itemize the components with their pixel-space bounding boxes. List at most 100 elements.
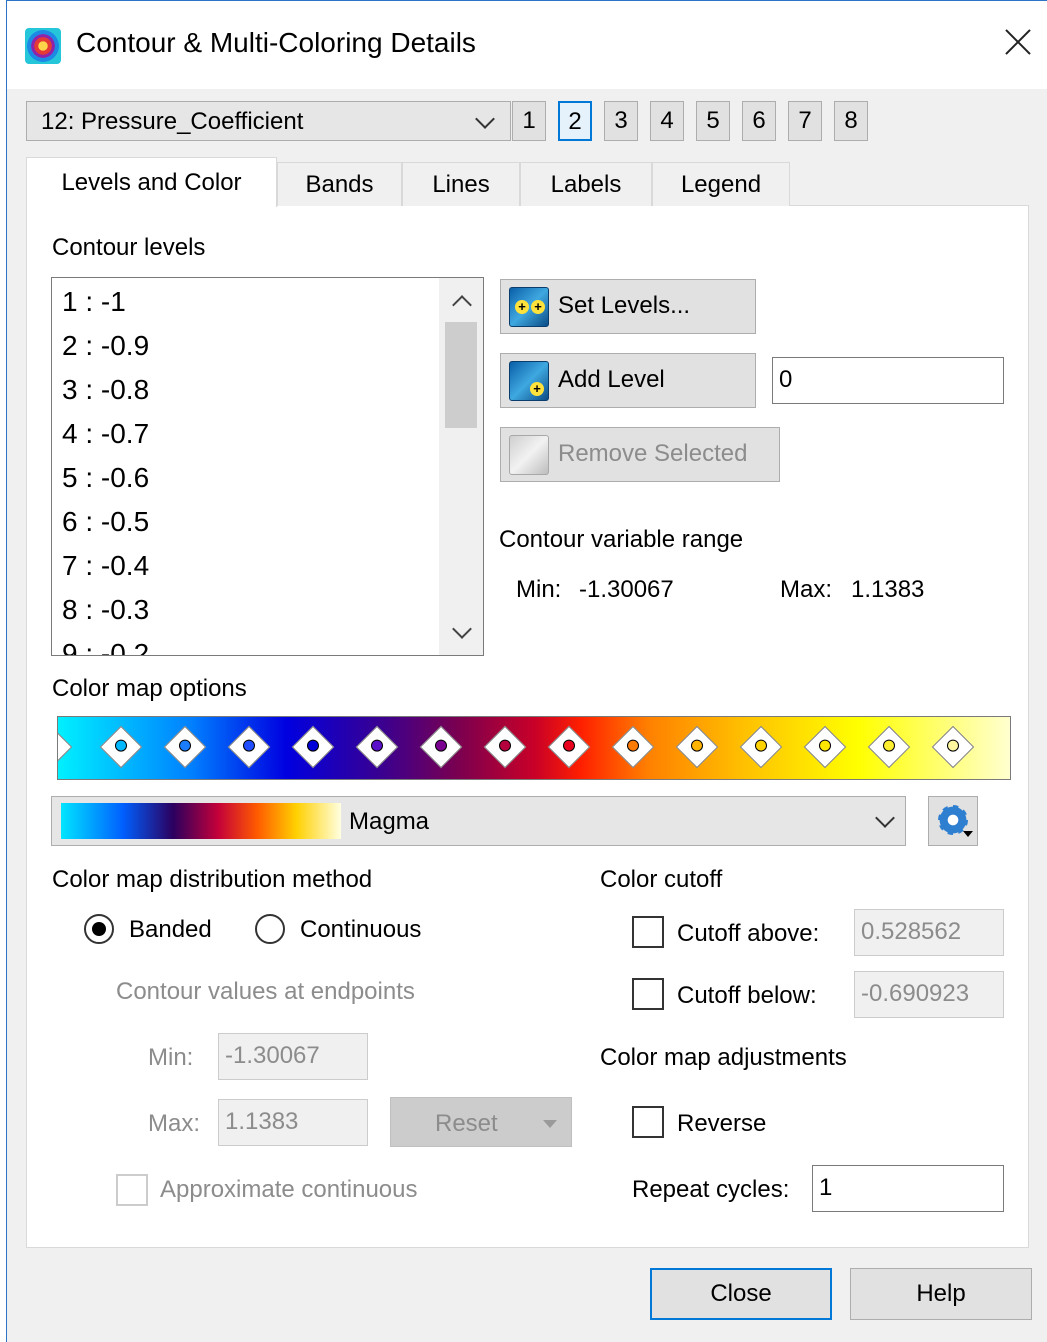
contour-levels-heading: Contour levels: [52, 234, 206, 261]
tab-bands[interactable]: Bands: [277, 162, 402, 206]
group-button-7[interactable]: 7: [788, 101, 822, 141]
repeat-cycles-label: Repeat cycles:: [632, 1176, 790, 1203]
set-levels-button[interactable]: + + Set Levels...: [500, 279, 756, 334]
color-map-control-point[interactable]: [355, 725, 399, 769]
color-map-control-point[interactable]: [291, 725, 335, 769]
color-map-control-point[interactable]: [58, 725, 73, 769]
list-item[interactable]: 6 : -0.5: [62, 506, 149, 538]
dialog-window: Contour & Multi-Coloring Details 12: Pre…: [6, 0, 1047, 1342]
reverse-label: Reverse: [677, 1110, 767, 1137]
color-map-control-point[interactable]: [99, 725, 143, 769]
close-button[interactable]: Close: [650, 1268, 832, 1320]
group-button-4[interactable]: 4: [650, 101, 684, 141]
list-item[interactable]: 7 : -0.4: [62, 550, 149, 582]
list-item[interactable]: 8 : -0.3: [62, 594, 149, 626]
endpoint-max-field[interactable]: 1.1383: [218, 1099, 368, 1146]
help-button[interactable]: Help: [850, 1268, 1032, 1320]
group-button-6[interactable]: 6: [742, 101, 776, 141]
color-map-control-point[interactable]: [227, 725, 271, 769]
cutoff-above-checkbox[interactable]: [632, 916, 664, 948]
close-icon[interactable]: [1001, 25, 1035, 59]
color-map-control-point[interactable]: [483, 725, 527, 769]
color-map-adjustments-heading: Color map adjustments: [600, 1044, 847, 1071]
cutoff-below-field[interactable]: -0.690923: [854, 971, 1004, 1018]
remove-selected-button[interactable]: Remove Selected: [500, 427, 780, 482]
color-map-control-point[interactable]: [931, 725, 975, 769]
remove-level-icon: [509, 435, 549, 475]
color-map-control-point[interactable]: [867, 725, 911, 769]
contour-levels-list[interactable]: 1 : -1 2 : -0.9 3 : -0.8 4 : -0.7 5 : -0…: [51, 277, 484, 656]
scroll-up-icon[interactable]: [452, 295, 472, 315]
cutoff-above-field[interactable]: 0.528562: [854, 909, 1004, 956]
list-scrollbar[interactable]: [439, 278, 483, 655]
list-item[interactable]: 3 : -0.8: [62, 374, 149, 406]
group-button-8[interactable]: 8: [834, 101, 868, 141]
group-button-1[interactable]: 1: [512, 101, 546, 141]
variable-select-value: 12: Pressure_Coefficient: [41, 108, 304, 135]
add-level-label: Add Level: [558, 366, 665, 393]
variable-select[interactable]: 12: Pressure_Coefficient: [26, 101, 511, 141]
chevron-down-icon: [875, 808, 895, 828]
set-levels-icon: + +: [509, 287, 549, 327]
distribution-method-heading: Color map distribution method: [52, 866, 373, 893]
scroll-down-icon[interactable]: [452, 619, 472, 639]
list-item[interactable]: 5 : -0.6: [62, 462, 149, 494]
list-item[interactable]: 4 : -0.7: [62, 418, 149, 450]
continuous-radio[interactable]: [255, 914, 285, 944]
remove-selected-label: Remove Selected: [558, 440, 748, 467]
cutoff-below-label: Cutoff below:: [677, 982, 817, 1009]
color-map-control-point[interactable]: [419, 725, 463, 769]
cutoff-above-label: Cutoff above:: [677, 920, 820, 947]
color-map-bar[interactable]: [57, 716, 1011, 780]
color-map-control-point[interactable]: [675, 725, 719, 769]
list-item[interactable]: 9 : -0.2: [62, 638, 149, 655]
color-map-name: Magma: [349, 808, 430, 835]
endpoints-heading: Contour values at endpoints: [116, 978, 415, 1005]
approximate-continuous-label: Approximate continuous: [160, 1176, 418, 1203]
color-map-control-point[interactable]: [739, 725, 783, 769]
set-levels-label: Set Levels...: [558, 292, 691, 319]
repeat-cycles-field[interactable]: 1: [812, 1165, 1004, 1212]
add-level-icon: +: [509, 361, 549, 401]
tab-levels-and-color[interactable]: Levels and Color: [26, 157, 277, 207]
contour-variable-range-heading: Contour variable range: [499, 526, 744, 553]
list-item[interactable]: 2 : -0.9: [62, 330, 149, 362]
reset-button[interactable]: Reset: [390, 1097, 572, 1147]
group-button-3[interactable]: 3: [604, 101, 638, 141]
banded-radio[interactable]: [84, 914, 114, 944]
endpoint-min-label: Min:: [148, 1044, 194, 1071]
add-level-button[interactable]: + Add Level: [500, 353, 756, 408]
window-border: [6, 0, 1047, 1]
endpoint-min-field[interactable]: -1.30067: [218, 1033, 368, 1080]
add-level-value-field[interactable]: 0: [772, 357, 1004, 404]
title-bar: Contour & Multi-Coloring Details: [7, 1, 1047, 89]
range-min-label: Min:: [516, 576, 562, 603]
chevron-down-icon: [475, 109, 495, 129]
group-button-2[interactable]: 2: [558, 101, 592, 141]
color-map-options-heading: Color map options: [52, 675, 247, 702]
reverse-checkbox[interactable]: [632, 1106, 664, 1138]
scrollbar-thumb[interactable]: [445, 322, 477, 428]
reset-label: Reset: [435, 1110, 498, 1137]
group-button-5[interactable]: 5: [696, 101, 730, 141]
tecplot-contour-icon: [25, 28, 61, 64]
list-item[interactable]: 1 : -1: [62, 286, 126, 318]
approximate-continuous-checkbox[interactable]: [116, 1174, 148, 1206]
tab-legend[interactable]: Legend: [652, 162, 790, 206]
range-max-value: 1.1383: [851, 576, 925, 603]
range-max-label: Max:: [780, 576, 833, 603]
color-map-control-point[interactable]: [611, 725, 655, 769]
color-map-select[interactable]: Magma: [51, 796, 906, 846]
continuous-label: Continuous: [300, 916, 422, 943]
color-map-preview: [61, 803, 341, 839]
tab-labels[interactable]: Labels: [520, 162, 652, 206]
tab-lines[interactable]: Lines: [402, 162, 520, 206]
color-cutoff-heading: Color cutoff: [600, 866, 723, 893]
window-title: Contour & Multi-Coloring Details: [76, 27, 476, 58]
gear-dropdown-icon[interactable]: [928, 796, 978, 846]
color-map-control-point[interactable]: [803, 725, 847, 769]
color-map-control-point[interactable]: [547, 725, 591, 769]
banded-label: Banded: [129, 916, 212, 943]
color-map-control-point[interactable]: [163, 725, 207, 769]
cutoff-below-checkbox[interactable]: [632, 978, 664, 1010]
